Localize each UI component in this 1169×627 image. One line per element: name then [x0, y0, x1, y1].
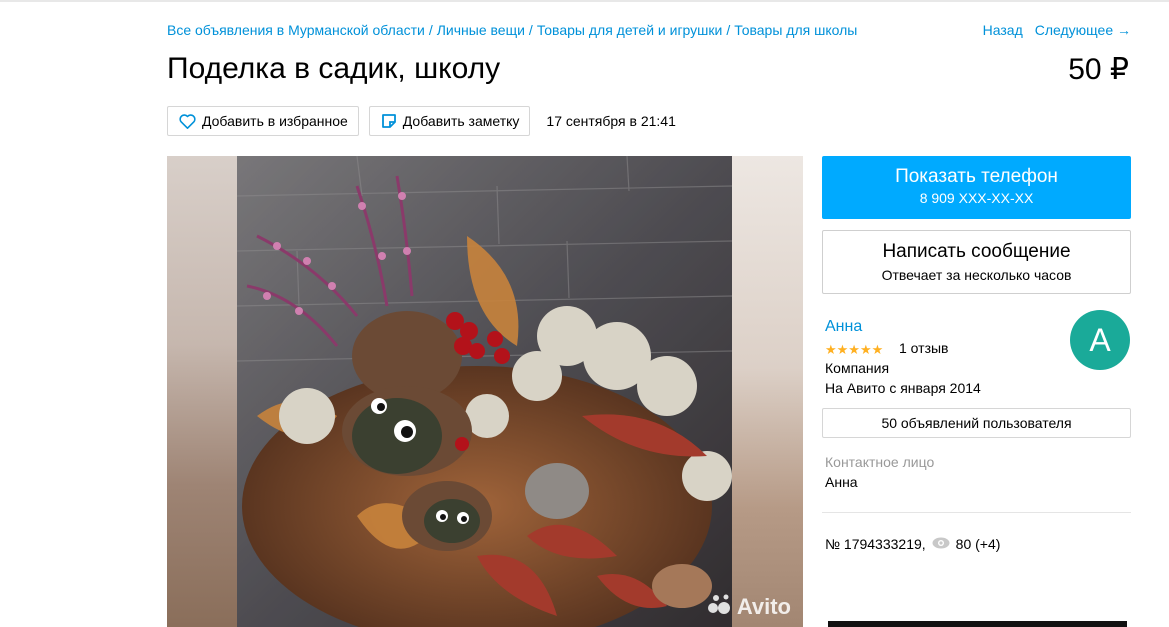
favorites-label: Добавить в избранное: [202, 113, 348, 129]
write-message-button[interactable]: Написать сообщение Отвечает за несколько…: [822, 230, 1131, 294]
seller-type: Компания: [825, 360, 890, 376]
gallery-blur-left: [167, 156, 237, 627]
sidebar-divider: [822, 512, 1131, 513]
write-message-label: Написать сообщение: [882, 241, 1071, 262]
contact-person-label: Контактное лицо: [825, 454, 935, 470]
seller-ads-button[interactable]: 50 объявлений пользователя: [822, 408, 1131, 438]
add-note-button[interactable]: Добавить заметку: [368, 106, 531, 136]
breadcrumb-item-region[interactable]: Все объявления в Мурманской области: [167, 22, 425, 38]
contact-person-name: Анна: [825, 474, 858, 490]
breadcrumb: Все объявления в Мурманской области / Ли…: [167, 22, 857, 38]
avito-logo-icon: [707, 593, 733, 621]
breadcrumb-separator: /: [528, 22, 533, 38]
next-link[interactable]: Следующее →: [1035, 22, 1131, 38]
main-photo[interactable]: [237, 156, 732, 627]
breadcrumb-separator: /: [726, 22, 731, 38]
seller-info: Анна ★★★★★ 1 отзыв Компания На Авито с я…: [822, 310, 1131, 403]
eye-icon: [932, 536, 950, 552]
reviews-link[interactable]: 1 отзыв: [899, 340, 949, 356]
breadcrumb-item-kids[interactable]: Товары для детей и игрушки: [537, 22, 723, 38]
seller-since: На Авито с января 2014: [825, 380, 981, 396]
bottom-banner-edge: [828, 621, 1127, 627]
watermark-text: Avito: [736, 594, 791, 619]
heart-icon: [179, 113, 196, 129]
action-bar: Добавить в избранное Добавить заметку 17…: [167, 106, 676, 136]
gallery-blur-right: [732, 156, 803, 627]
breadcrumb-item-personal[interactable]: Личные вещи: [437, 22, 525, 38]
price: 50 ₽: [1068, 53, 1129, 86]
top-divider: [0, 0, 1169, 2]
note-label: Добавить заметку: [402, 113, 520, 129]
ad-meta: № 1794333219, 80 (+4): [822, 536, 1131, 552]
rating-stars: ★★★★★: [825, 342, 884, 357]
breadcrumb-item-school[interactable]: Товары для школы: [734, 22, 857, 38]
ad-number: № 1794333219,: [825, 536, 926, 552]
note-icon: [381, 113, 397, 129]
breadcrumb-separator: /: [428, 22, 433, 38]
page-title: Поделка в садик, школу: [167, 52, 501, 85]
response-time: Отвечает за несколько часов: [881, 267, 1072, 283]
seller-sidebar: Показать телефон 8 909 XXX-XX-XX Написат…: [822, 156, 1131, 552]
photo-gallery[interactable]: Avito: [167, 156, 803, 627]
back-link[interactable]: Назад: [983, 22, 1023, 38]
listing-navigation: Назад Следующее →: [983, 22, 1131, 38]
avito-watermark: Avito: [707, 593, 791, 621]
show-phone-label: Показать телефон: [895, 166, 1058, 187]
publish-date: 17 сентября в 21:41: [546, 113, 676, 129]
add-to-favorites-button[interactable]: Добавить в избранное: [167, 106, 359, 136]
avatar[interactable]: А: [1070, 310, 1130, 370]
views-count: 80 (+4): [955, 536, 1001, 552]
phone-number-masked: 8 909 XXX-XX-XX: [919, 190, 1034, 206]
show-phone-button[interactable]: Показать телефон 8 909 XXX-XX-XX: [822, 156, 1131, 219]
seller-name-link[interactable]: Анна: [825, 318, 862, 336]
